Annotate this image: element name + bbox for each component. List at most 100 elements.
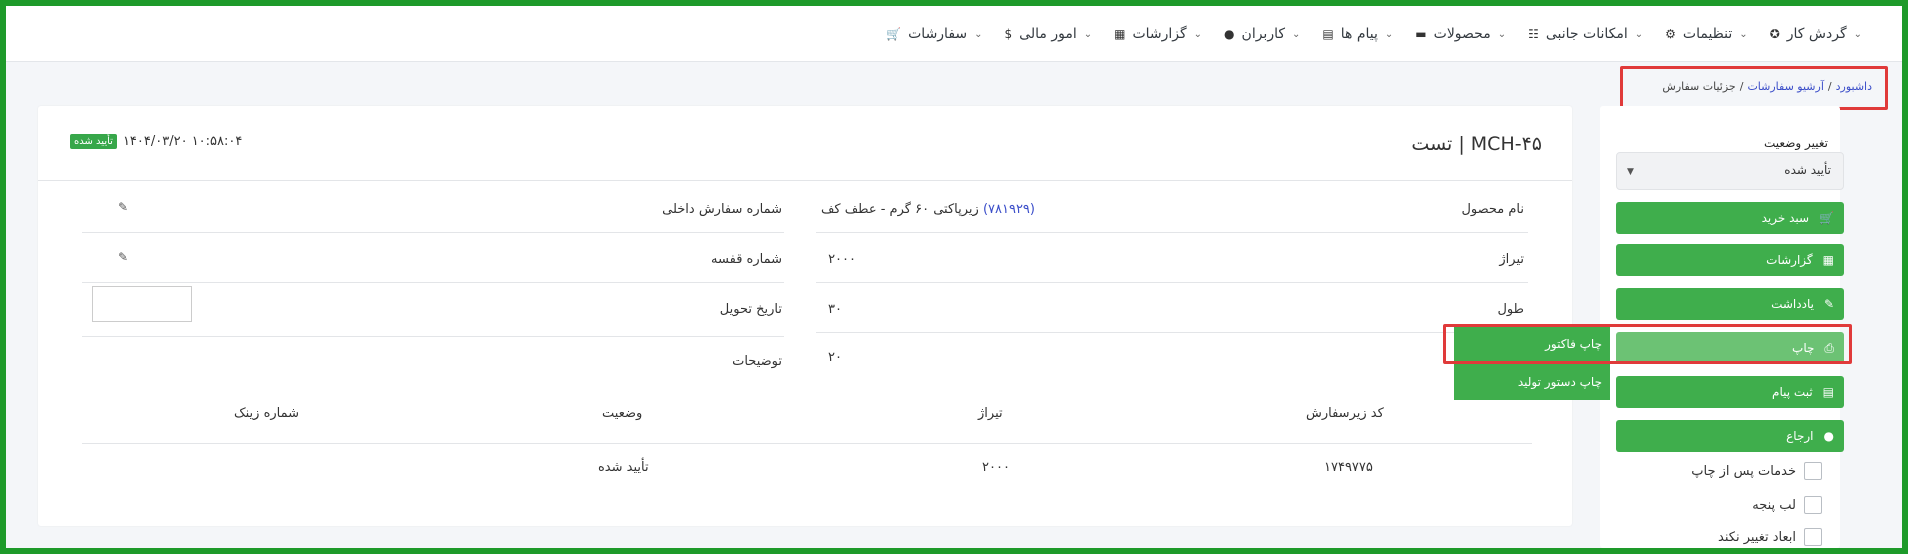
table-header-zinc-number: شماره زینک bbox=[234, 406, 300, 421]
status-select[interactable]: تأیید شده ▼ bbox=[1616, 152, 1844, 190]
checkbox-label: لب پنجه bbox=[1752, 497, 1796, 513]
divider bbox=[816, 332, 1528, 333]
nav-label: گزارشات bbox=[1132, 26, 1187, 42]
table-header-status: وضعیت bbox=[602, 406, 643, 421]
chevron-down-icon: ⌄ bbox=[1083, 28, 1093, 40]
report-icon: ▦ bbox=[1114, 27, 1126, 41]
description-label: توضیحات bbox=[732, 354, 782, 369]
print-dropdown-menu: چاپ فاکتور چاپ دستور تولید bbox=[1454, 326, 1610, 406]
checkbox-label: خدمات پس از چاپ bbox=[1691, 463, 1796, 479]
breadcrumb-archive[interactable]: آرشیو سفارشات bbox=[1747, 80, 1823, 93]
internal-order-label: شماره سفارش داخلی bbox=[662, 202, 782, 217]
user-icon: ● bbox=[1823, 429, 1834, 443]
refer-button[interactable]: ● ارجاع bbox=[1616, 420, 1844, 452]
circulation-value: ۲۰۰۰ bbox=[828, 252, 856, 267]
status-badge: تأیید شده bbox=[70, 134, 117, 149]
print-button[interactable]: ⎙ چاپ bbox=[1616, 332, 1844, 364]
product-label: نام محصول bbox=[1461, 202, 1524, 217]
table-cell-circulation: ۲۰۰۰ bbox=[982, 460, 1010, 475]
message-icon: ▤ bbox=[1322, 27, 1334, 41]
table-cell-suborder-code: ۱۷۴۹۷۷۵ bbox=[1324, 460, 1373, 475]
gear-icon: ⚙ bbox=[1665, 27, 1676, 41]
divider bbox=[816, 282, 1528, 283]
button-label: سبد خرید bbox=[1761, 211, 1810, 225]
page-title: MCH-۴۵ | تست bbox=[1411, 133, 1542, 155]
action-sidebar: تغییر وضعیت تأیید شده ▼ 🛒 سبد خرید ▦ گزارش… bbox=[1600, 106, 1844, 548]
nav-label: تنظیمات bbox=[1682, 26, 1733, 42]
chevron-down-icon: ⌄ bbox=[1853, 28, 1862, 40]
report-icon: ▦ bbox=[1822, 253, 1834, 267]
print-production-order-item[interactable]: چاپ دستور تولید bbox=[1454, 364, 1610, 400]
product-value: (۷۸۱۹۲۹) زیرپاکتی ۶۰ گرم - عطف کف bbox=[821, 202, 1035, 217]
order-detail-card: MCH-۴۵ | تست تأیید شده ۱۴۰۴/۰۳/۲۰ ۱۰:۵۸:… bbox=[38, 106, 1572, 526]
cart-button[interactable]: 🛒 سبد خرید bbox=[1616, 202, 1844, 234]
checkbox-label: ابعاد تغییر نکند bbox=[1718, 529, 1796, 545]
edit-pencil-icon[interactable]: ✎ bbox=[118, 250, 128, 264]
nav-label: کاربران bbox=[1241, 26, 1286, 42]
top-navbar: 🛒 سفارشات ⌄ $ امور مالی ⌄ ▦ گزارشات ⌄ ● کاربران… bbox=[6, 6, 1902, 62]
chevron-down-icon: ⌄ bbox=[1497, 28, 1507, 40]
cart-icon: 🛒 bbox=[1819, 211, 1834, 225]
divider bbox=[816, 232, 1528, 233]
breadcrumb-sep: / bbox=[1827, 80, 1832, 93]
button-label: ارجاع bbox=[1786, 429, 1814, 443]
user-icon: ● bbox=[1224, 27, 1235, 41]
nav-label: محصولات bbox=[1433, 26, 1491, 42]
order-date: ۱۴۰۴/۰۳/۲۰ ۱۰:۵۸:۰۴ bbox=[122, 134, 243, 149]
checkbox[interactable] bbox=[1804, 528, 1822, 546]
delivery-date-input[interactable] bbox=[92, 286, 192, 322]
button-label: گزارشات bbox=[1766, 253, 1813, 267]
chevron-down-icon: ⌄ bbox=[1634, 28, 1644, 40]
product-name: زیرپاکتی ۶۰ گرم - عطف کف bbox=[820, 202, 979, 217]
product-code-link[interactable]: (۷۸۱۹۲۹) bbox=[983, 202, 1035, 217]
checkbox-post-print-services[interactable]: خدمات پس از چاپ bbox=[1691, 462, 1822, 480]
chevron-down-icon: ⌄ bbox=[974, 28, 983, 40]
pencil-icon: ✎ bbox=[1823, 297, 1834, 311]
breadcrumb: داشبورد / آرشیو سفارشات / جزئیات سفارش bbox=[1662, 80, 1872, 93]
width-value: ۲۰ bbox=[828, 350, 842, 365]
print-invoice-item[interactable]: چاپ فاکتور bbox=[1454, 326, 1610, 362]
checkbox[interactable] bbox=[1804, 462, 1822, 480]
divider bbox=[82, 282, 784, 283]
checkbox-lip-tab[interactable]: لب پنجه bbox=[1752, 496, 1822, 514]
dollar-icon: $ bbox=[1004, 27, 1013, 41]
breadcrumb-current: جزئیات سفارش bbox=[1662, 80, 1736, 93]
nav-messages[interactable]: ▤ پیام ها ⌄ bbox=[1322, 26, 1393, 42]
nav-products[interactable]: ▬ محصولات ⌄ bbox=[1415, 26, 1506, 42]
order-date-row: تأیید شده ۱۴۰۴/۰۳/۲۰ ۱۰:۵۸:۰۴ bbox=[70, 134, 242, 149]
divider bbox=[82, 232, 784, 233]
checkbox-keep-dimensions[interactable]: ابعاد تغییر نکند bbox=[1718, 528, 1822, 546]
nav-workflow[interactable]: ✪ گردش کار ⌄ bbox=[1770, 26, 1862, 42]
store-icon: ▬ bbox=[1415, 27, 1427, 41]
caret-down-icon: ▼ bbox=[1627, 167, 1634, 177]
nav-label: پیام ها bbox=[1340, 26, 1378, 42]
breadcrumb-sep: / bbox=[1739, 80, 1744, 93]
reports-button[interactable]: ▦ گزارشات bbox=[1616, 244, 1844, 276]
divider bbox=[82, 336, 784, 337]
button-label: ثبت پیام bbox=[1772, 385, 1813, 399]
nav-label: سفارشات bbox=[908, 26, 968, 42]
nav-users[interactable]: ● کاربران ⌄ bbox=[1224, 26, 1300, 42]
breadcrumb-home[interactable]: داشبورد bbox=[1836, 80, 1872, 93]
nav-label: گردش کار bbox=[1786, 26, 1847, 42]
length-label: طول bbox=[1497, 302, 1524, 317]
nav-finance[interactable]: $ امور مالی ⌄ bbox=[1005, 26, 1093, 42]
chevron-down-icon: ⌄ bbox=[1739, 28, 1748, 40]
table-cell-status: تأیید شده bbox=[598, 460, 649, 475]
shelf-number-label: شماره قفسه bbox=[711, 252, 782, 267]
nav-orders[interactable]: 🛒 سفارشات ⌄ bbox=[886, 26, 982, 42]
checkbox[interactable] bbox=[1804, 496, 1822, 514]
print-icon: ⎙ bbox=[1824, 340, 1834, 355]
button-label: چاپ bbox=[1792, 341, 1815, 355]
nav-extras[interactable]: ☷ امکانات جانبی ⌄ bbox=[1528, 26, 1643, 42]
nav-label: امکانات جانبی bbox=[1545, 26, 1628, 42]
nav-reports[interactable]: ▦ گزارشات ⌄ bbox=[1114, 26, 1202, 42]
note-button[interactable]: ✎ یادداشت bbox=[1616, 288, 1844, 320]
nav-settings[interactable]: ⚙ تنظیمات ⌄ bbox=[1665, 26, 1748, 42]
divider bbox=[38, 180, 1572, 181]
length-value: ۳۰ bbox=[828, 302, 842, 317]
send-message-button[interactable]: ▤ ثبت پیام bbox=[1616, 376, 1844, 408]
workflow-icon: ✪ bbox=[1769, 27, 1780, 41]
circulation-label: تیراژ bbox=[1499, 252, 1524, 267]
edit-pencil-icon[interactable]: ✎ bbox=[118, 200, 128, 214]
